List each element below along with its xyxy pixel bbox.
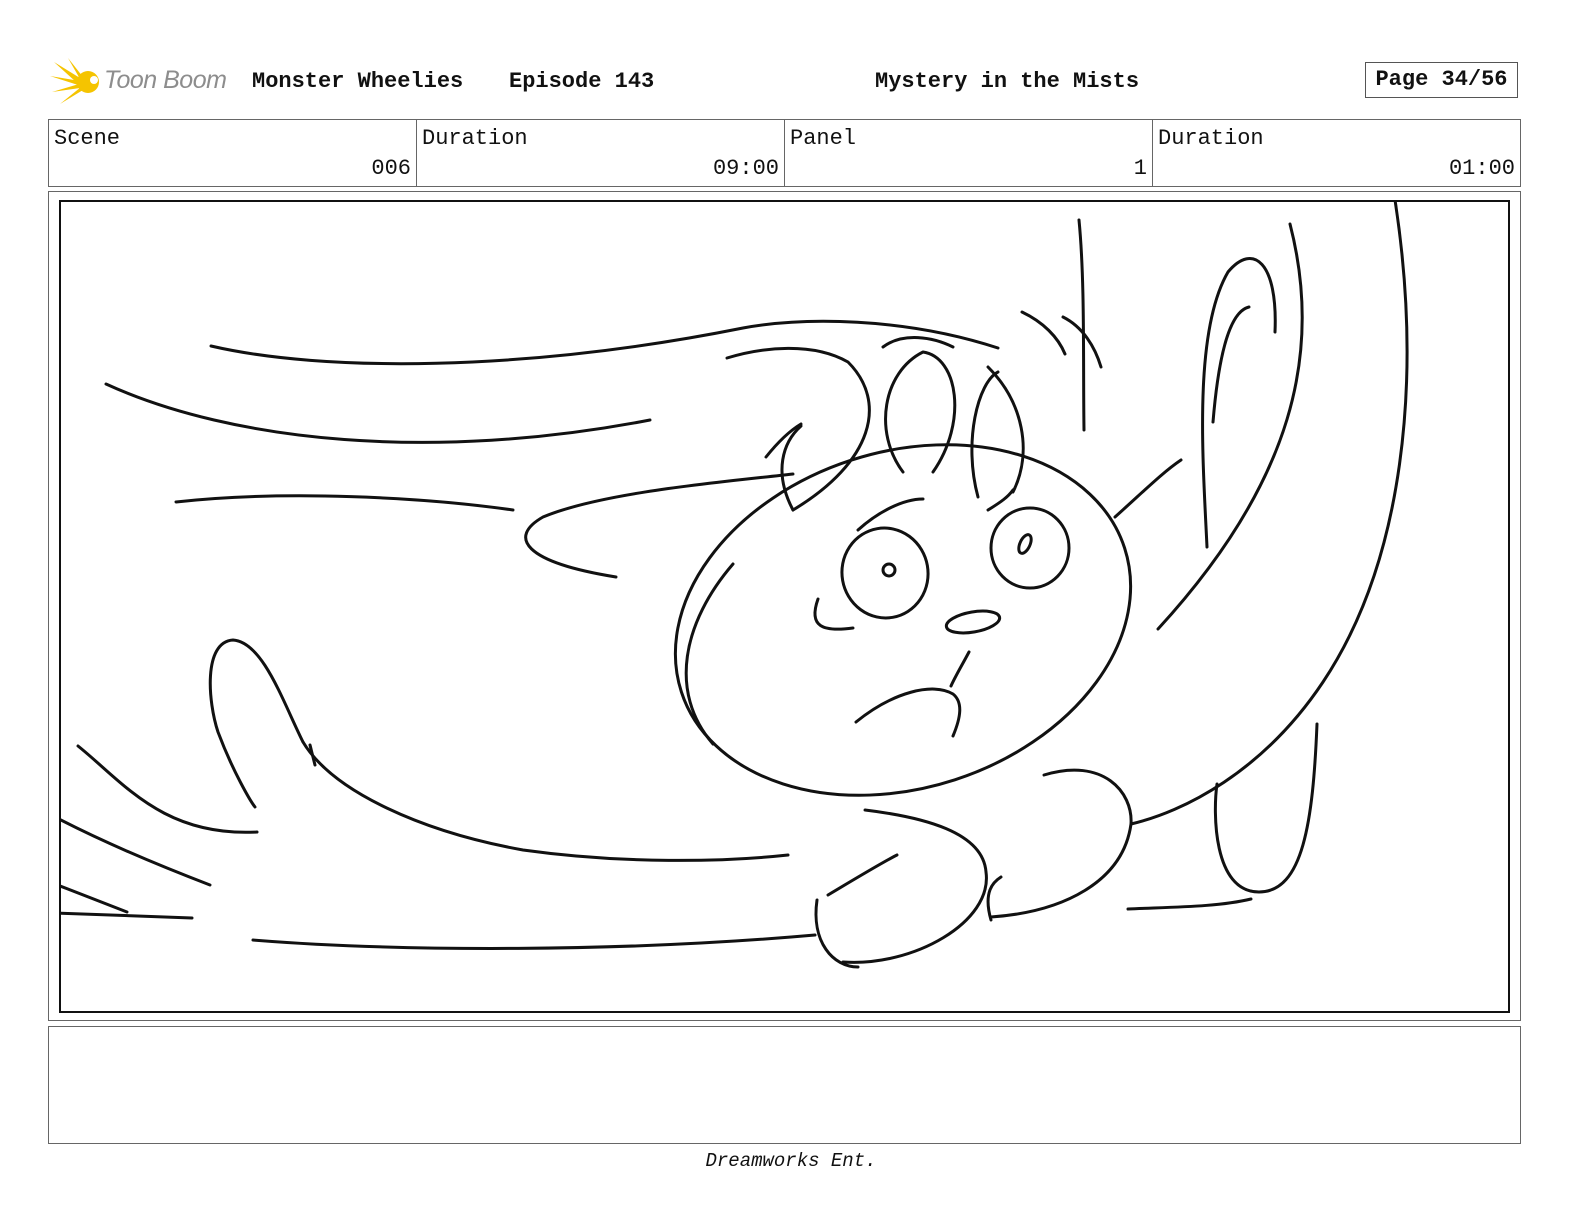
shoulder-outline: [826, 853, 899, 897]
shoulder-outline: [986, 875, 1003, 922]
ear-outline: [1113, 458, 1183, 519]
toon-boom-logo: Toon Boom: [50, 56, 238, 108]
speed-line: [209, 319, 1000, 366]
ear-outline: [1211, 305, 1251, 424]
hair-strand: [986, 365, 1025, 494]
page-header: Toon Boom Monster Wheelies Episode 143 M…: [48, 56, 1522, 108]
head-outline: [673, 443, 1133, 797]
speed-line: [1020, 310, 1067, 356]
episode-title: Mystery in the Mists: [875, 69, 1140, 94]
right-pupil: [1017, 533, 1033, 555]
shoulder-outline: [841, 808, 988, 964]
hair-strand: [884, 350, 957, 474]
scene-label: Scene: [54, 126, 121, 151]
scene-cell: Scene 006: [49, 120, 417, 186]
storyboard-sketch: [61, 202, 1409, 969]
panel-duration-label: Duration: [1158, 126, 1264, 151]
episode-number: Episode 143: [509, 69, 655, 94]
hair-strand: [780, 424, 803, 512]
panel-frame: [48, 191, 1521, 1021]
scene-value: 006: [371, 156, 411, 181]
scene-duration-cell: Duration 09:00: [417, 120, 785, 186]
arm-outline: [251, 933, 817, 950]
hair-strand: [881, 336, 955, 349]
scene-duration-value: 09:00: [712, 156, 779, 181]
panel-notes-box: [48, 1026, 1521, 1144]
shoulder-outline: [989, 768, 1133, 919]
speed-line: [174, 494, 515, 512]
nose: [944, 609, 1002, 635]
eye-bag: [813, 597, 855, 631]
speed-line: [104, 382, 652, 444]
logo-wordmark: Toon Boom: [104, 66, 227, 94]
mouth: [854, 687, 962, 738]
hand-outline: [208, 638, 305, 809]
body-outline: [1129, 202, 1409, 826]
cheek-line: [949, 650, 971, 688]
hair-strand: [970, 370, 1000, 499]
shoulder-outline: [814, 898, 860, 969]
page-number: Page 34/56: [1375, 67, 1508, 92]
panel-image: [59, 200, 1510, 1013]
page-indicator: Page 34/56: [1365, 62, 1518, 98]
panel-label: Panel: [790, 126, 857, 151]
starburst-icon: [50, 58, 99, 104]
eyebrow: [856, 497, 925, 532]
eyebrow: [986, 488, 1015, 512]
panel-value: 1: [1133, 156, 1147, 181]
speed-line: [61, 884, 129, 914]
speed-line: [1077, 218, 1086, 432]
panel-cell: Panel 1: [785, 120, 1153, 186]
speed-line: [61, 818, 212, 887]
body-outline: [1156, 222, 1304, 631]
left-pupil: [881, 562, 897, 578]
hair-tail: [524, 472, 795, 579]
arm-outline: [301, 740, 790, 862]
show-title: Monster Wheelies: [252, 69, 464, 94]
body-outline: [1126, 897, 1253, 911]
panel-duration-value: 01:00: [1448, 156, 1515, 181]
speed-line: [61, 911, 194, 920]
panel-duration-cell: Duration 01:00: [1153, 120, 1520, 186]
scene-duration-label: Duration: [422, 126, 528, 151]
scene-info-table: Scene 006 Duration 09:00 Panel 1 Duratio…: [48, 119, 1521, 187]
footer-credit: Dreamworks Ent.: [705, 1150, 877, 1172]
